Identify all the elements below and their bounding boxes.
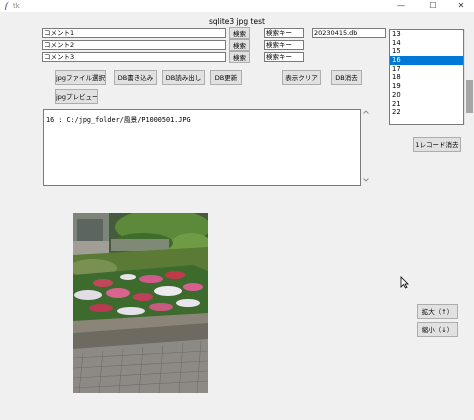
list-item[interactable]: 14 [390, 39, 463, 48]
search-key-field-2[interactable]: 検索キー [264, 40, 304, 50]
comment-field-1[interactable]: コメント1 [42, 28, 226, 38]
search-button-1[interactable]: 検索 [229, 27, 250, 39]
clear-display-button[interactable]: 表示クリア [282, 70, 321, 85]
db-file-field[interactable]: 20230415.db [312, 28, 386, 38]
scrollbar-thumb[interactable] [466, 80, 473, 113]
listbox-scrollbar[interactable] [464, 29, 474, 125]
search-button-2[interactable]: 検索 [229, 39, 250, 51]
app-title: sqlite3 jpg test [209, 17, 265, 26]
title-bar: tk — ☐ ✕ [0, 0, 474, 12]
text-output-line: 16 : C:/jpg_folder/風景/P1000501.JPG [46, 116, 191, 124]
search-key-field-3[interactable]: 検索キー [264, 52, 304, 62]
list-item[interactable]: 19 [390, 82, 463, 91]
chevron-up-icon[interactable] [362, 108, 370, 116]
list-item[interactable]: 17 [390, 65, 463, 74]
record-listbox[interactable]: 13 14 15 16 17 18 19 20 21 22 [389, 29, 464, 125]
list-item[interactable]: 21 [390, 100, 463, 109]
comment-field-2[interactable]: コメント2 [42, 40, 226, 50]
zoom-out-button[interactable]: 縮小（↓） [417, 322, 458, 337]
list-item-selected[interactable]: 16 [390, 56, 463, 65]
db-read-button[interactable]: DB読み出し [162, 70, 205, 85]
list-item[interactable]: 22 [390, 108, 463, 117]
close-button[interactable]: ✕ [446, 0, 474, 12]
mouse-pointer-icon [400, 276, 409, 289]
select-jpg-button[interactable]: jpgファイル選択 [55, 70, 106, 85]
window-title: tk [13, 2, 20, 10]
list-item[interactable]: 13 [390, 30, 463, 39]
list-item[interactable]: 20 [390, 91, 463, 100]
db-delete-button[interactable]: DB消去 [331, 70, 362, 85]
search-button-3[interactable]: 検索 [229, 51, 250, 63]
feather-icon [5, 1, 9, 10]
list-item[interactable]: 18 [390, 73, 463, 82]
text-output[interactable]: 16 : C:/jpg_folder/風景/P1000501.JPG [43, 109, 361, 186]
list-item[interactable]: 15 [390, 47, 463, 56]
maximize-button[interactable]: ☐ [418, 0, 448, 12]
db-update-button[interactable]: DB更新 [210, 70, 242, 85]
jpg-preview-button[interactable]: jpgプレビュー [55, 89, 98, 104]
chevron-down-icon[interactable] [362, 176, 370, 184]
search-key-field-1[interactable]: 検索キー [264, 28, 304, 38]
minimize-button[interactable]: — [386, 0, 416, 12]
delete-record-button[interactable]: 1レコード消去 [413, 137, 461, 152]
comment-field-3[interactable]: コメント3 [42, 52, 226, 62]
jpg-preview-image [73, 213, 208, 393]
zoom-in-button[interactable]: 拡大（↑） [417, 304, 458, 319]
db-write-button[interactable]: DB書き込み [114, 70, 157, 85]
